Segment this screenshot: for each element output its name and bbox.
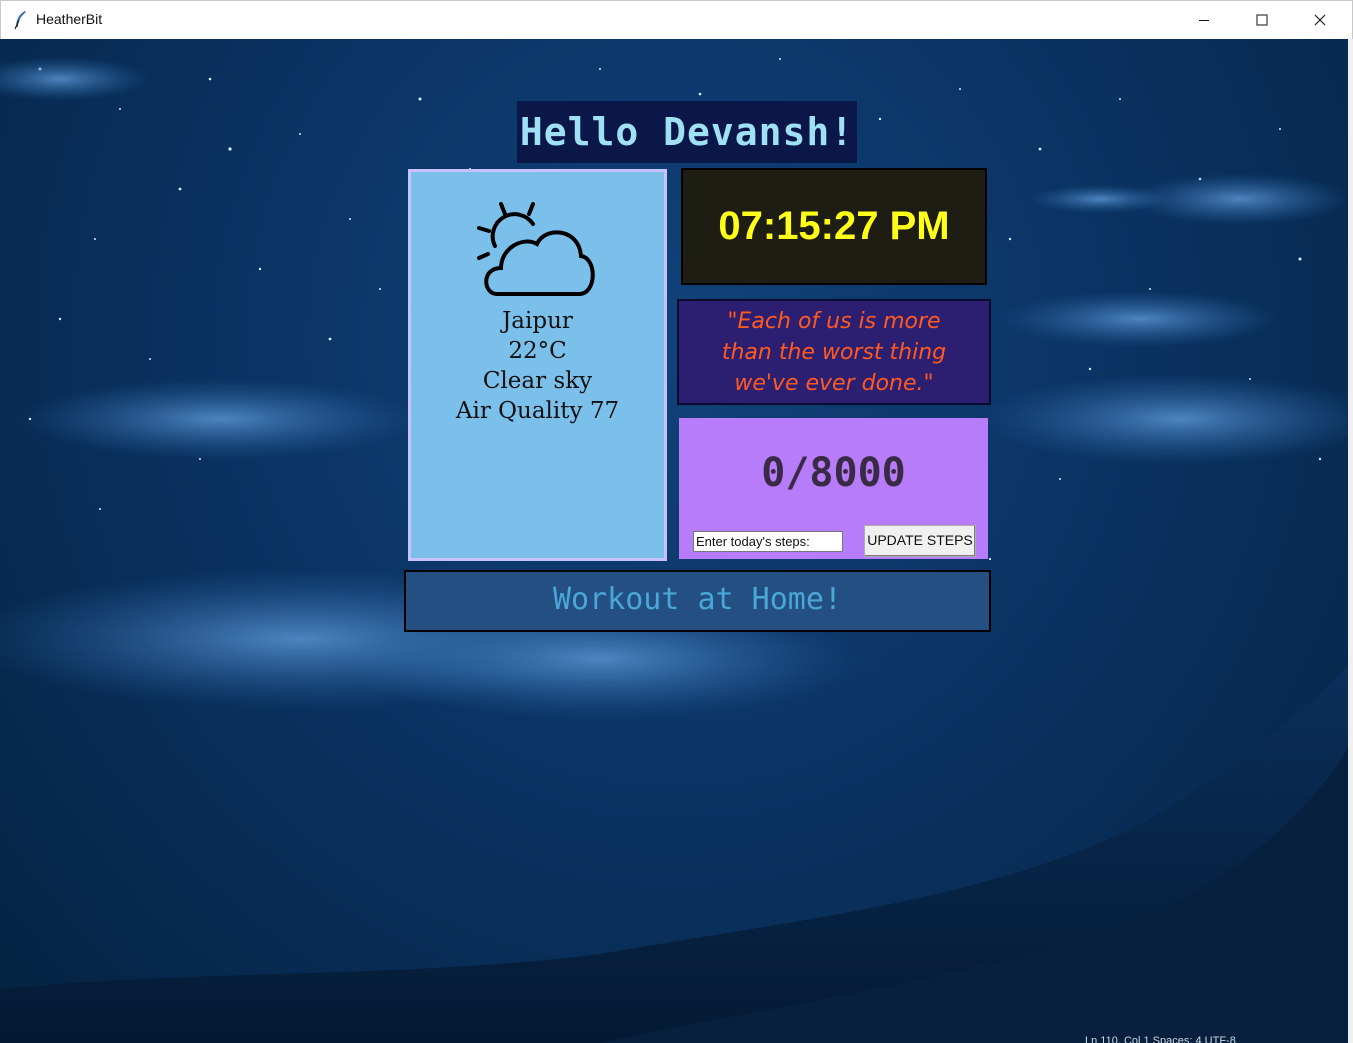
steps-count: 0/8000	[761, 450, 906, 496]
title-bar[interactable]: HeatherBit	[0, 0, 1353, 39]
steps-input[interactable]	[693, 531, 843, 552]
night-sky-art	[0, 57, 1353, 1043]
partly-sunny-icon	[469, 196, 599, 306]
background-night-sky	[0, 39, 1353, 1043]
close-icon	[1314, 11, 1326, 30]
close-button[interactable]	[1291, 1, 1349, 39]
weather-info: Jaipur 22°C Clear sky Air Quality 77	[411, 306, 664, 426]
window-title: HeatherBit	[36, 11, 103, 27]
greeting-label: Hello Devansh!	[517, 101, 857, 163]
update-steps-button[interactable]: UPDATE STEPS	[864, 525, 976, 557]
quote-box: "Each of us is more than the worst thing…	[677, 299, 991, 405]
clock-display: 07:15:27 PM	[681, 168, 987, 285]
maximize-icon	[1256, 11, 1268, 30]
weather-temperature: 22°C	[508, 338, 567, 364]
maximize-button[interactable]	[1233, 1, 1291, 39]
minimize-icon	[1198, 11, 1210, 30]
workout-at-home-button[interactable]: Workout at Home!	[404, 570, 991, 632]
window-edge	[1348, 39, 1353, 1043]
background-status-text: Ln 110, Col 1 Spaces: 4 UTF-8	[1085, 1035, 1236, 1043]
weather-card: Jaipur 22°C Clear sky Air Quality 77	[408, 169, 667, 561]
weather-condition: Clear sky	[482, 368, 593, 394]
weather-city: Jaipur	[502, 308, 573, 334]
app-window: HeatherBit Hello Devansh! Jaipur 22°C Cl…	[0, 0, 1353, 1043]
steps-panel: 0/8000 UPDATE STEPS	[679, 418, 988, 559]
quote-text: "Each of us is more than the worst thing…	[721, 308, 947, 396]
minimize-button[interactable]	[1175, 1, 1233, 39]
weather-air-quality: Air Quality 77	[455, 398, 620, 424]
feather-icon	[13, 10, 29, 30]
